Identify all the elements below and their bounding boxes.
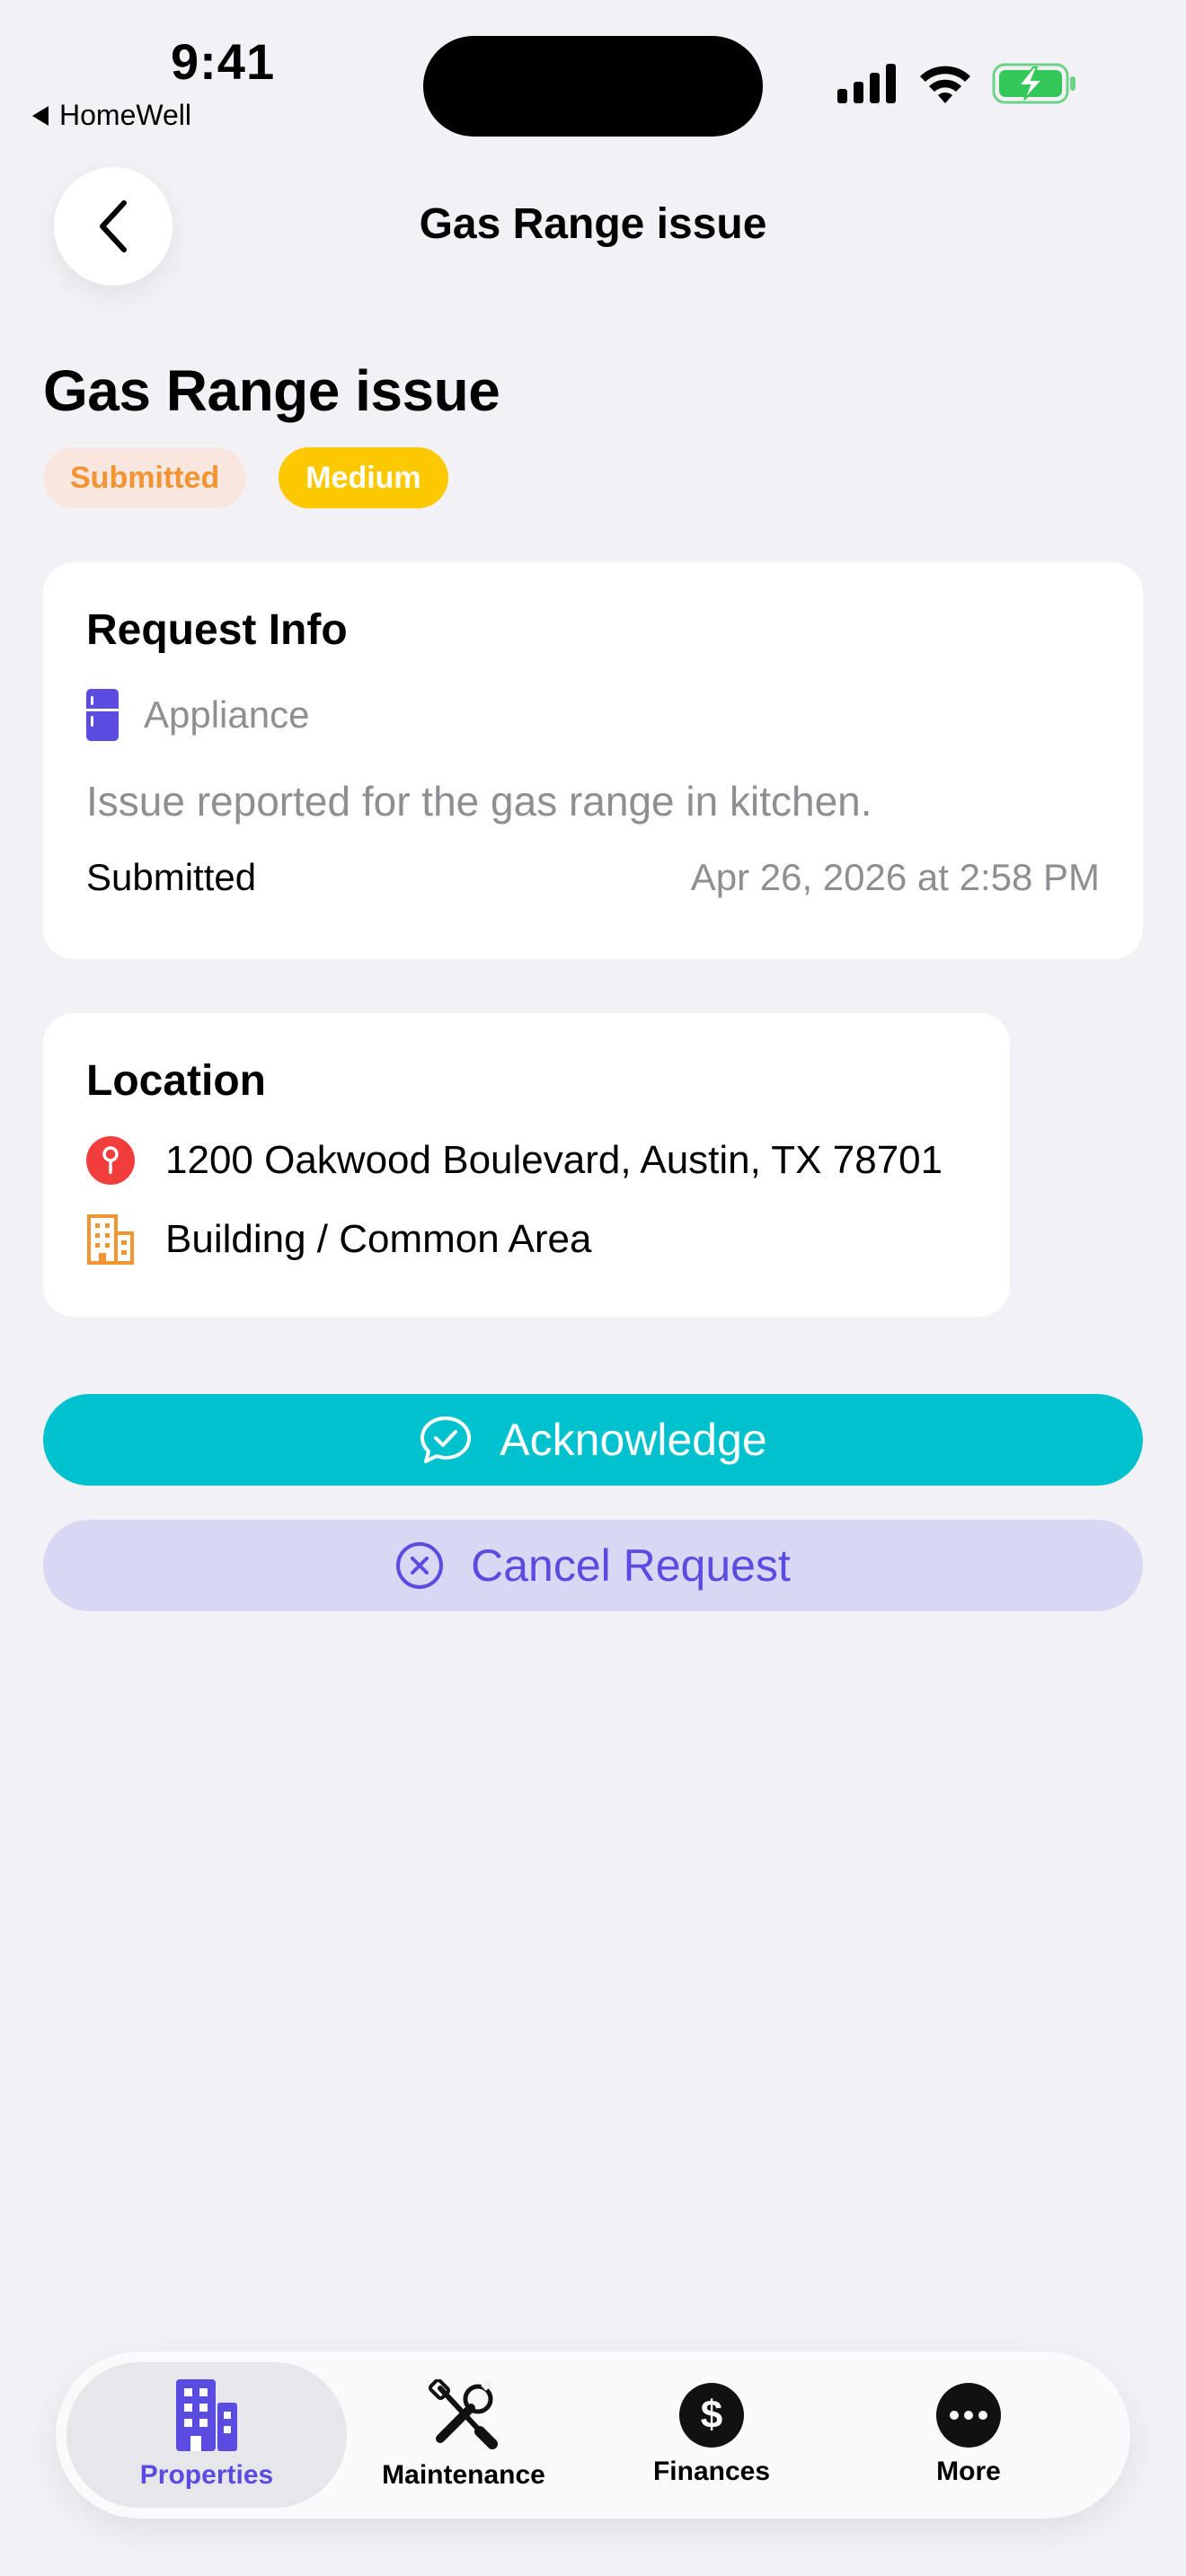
request-info-heading: Request Info (86, 606, 348, 654)
battery-charging-icon (992, 63, 1075, 104)
page-title: Gas Range issue (43, 358, 500, 423)
request-description: Issue reported for the gas range in kitc… (86, 778, 872, 825)
tab-finances-label: Finances (652, 2457, 771, 2486)
location-card: Location 1200 Oakwood Boulevard, Austin,… (43, 1013, 1010, 1317)
address-row: 1200 Oakwood Boulevard, Austin, TX 78701 (86, 1136, 967, 1185)
area-text: Building / Common Area (165, 1217, 592, 1261)
building-icon (176, 2379, 237, 2451)
priority-badge: Medium (279, 447, 448, 508)
submitted-row: Submitted Apr 26, 2026 at 2:58 PM (86, 856, 1100, 899)
location-heading: Location (86, 1057, 266, 1105)
x-circle-icon (396, 1542, 444, 1589)
back-app-label: HomeWell (59, 99, 191, 131)
tab-bar: Properties Maintenance $ Finances More (56, 2351, 1130, 2519)
wrench-screwdriver-icon (428, 2379, 498, 2449)
signal-icon (837, 64, 896, 103)
badge-row: Submitted Medium (43, 447, 448, 508)
tab-more-label: More (936, 2457, 1001, 2486)
request-info-card: Request Info Appliance Issue reported fo… (43, 562, 1143, 959)
refrigerator-icon (86, 689, 119, 741)
chat-check-icon (420, 1416, 472, 1463)
nav-title: Gas Range issue (419, 200, 767, 248)
submitted-date: Apr 26, 2026 at 2:58 PM (690, 856, 1100, 898)
category-row: Appliance (86, 689, 1100, 741)
status-time: 9:41 (171, 33, 276, 90)
back-triangle-icon (32, 105, 49, 126)
dollar-circle-icon: $ (679, 2383, 744, 2448)
status-badge: Submitted (43, 447, 247, 508)
tab-maintenance-label: Maintenance (382, 2460, 545, 2490)
wifi-icon (920, 66, 970, 103)
screen: 9:41 HomeWell Gas Range issue Gas Range … (0, 0, 1186, 2576)
address-text: 1200 Oakwood Boulevard, Austin, TX 78701 (165, 1138, 943, 1182)
tab-properties[interactable]: Properties (66, 2362, 347, 2508)
tab-more[interactable]: More (828, 2362, 1109, 2508)
cancel-label: Cancel Request (471, 1540, 791, 1591)
ellipsis-circle-icon (936, 2383, 1001, 2448)
building-icon (87, 1214, 134, 1265)
tab-maintenance[interactable]: Maintenance (323, 2362, 604, 2508)
acknowledge-button[interactable]: Acknowledge (43, 1394, 1143, 1486)
acknowledge-label: Acknowledge (500, 1415, 767, 1465)
dynamic-island (423, 36, 763, 137)
tab-finances[interactable]: $ Finances (571, 2362, 852, 2508)
status-icons (837, 63, 1078, 104)
submitted-label: Submitted (86, 856, 257, 898)
category-label: Appliance (144, 693, 310, 736)
back-to-app-link[interactable]: HomeWell (32, 99, 191, 132)
area-row: Building / Common Area (86, 1213, 967, 1266)
map-pin-icon (86, 1136, 135, 1185)
tab-properties-label: Properties (139, 2460, 274, 2490)
cancel-request-button[interactable]: Cancel Request (43, 1520, 1143, 1611)
